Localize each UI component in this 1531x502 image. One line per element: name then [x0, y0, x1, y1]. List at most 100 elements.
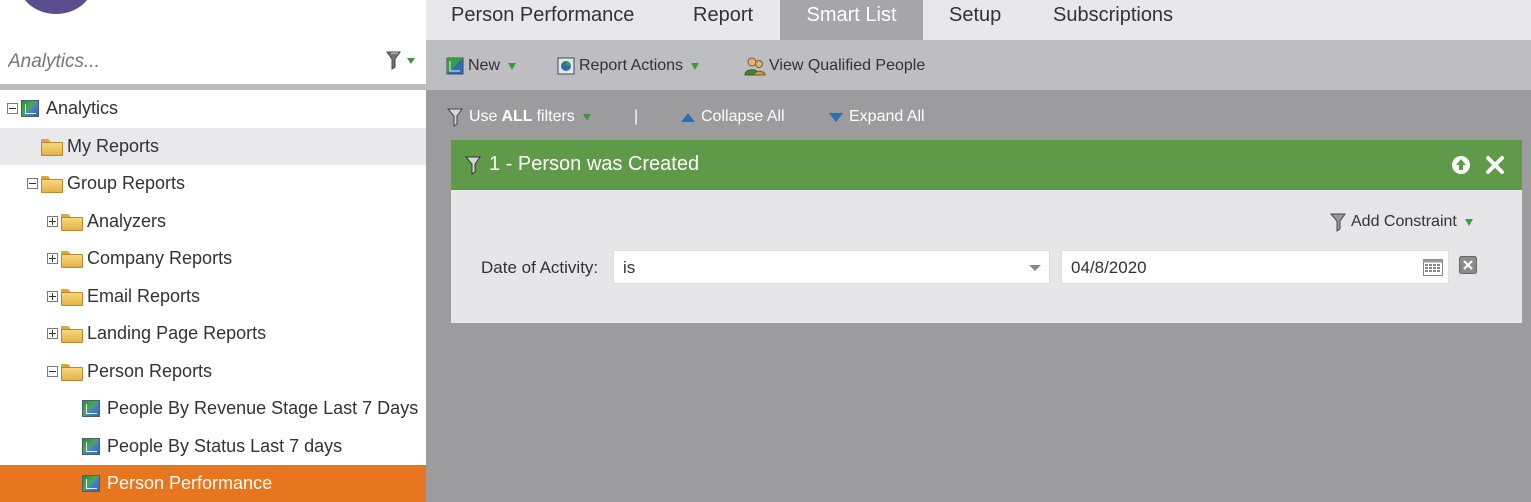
- add-constraint-label: Add Constraint: [1351, 213, 1457, 230]
- smart-list-filter: 1 - Person was Created Add Constraint Da…: [451, 140, 1522, 323]
- tab-setup[interactable]: Setup: [949, 0, 1001, 40]
- operator-value: is: [623, 258, 636, 277]
- tree-item-label: People By Revenue Stage Last 7 Days: [107, 398, 419, 418]
- tree-item-label: My Reports: [67, 136, 160, 156]
- expand-icon[interactable]: [47, 291, 58, 302]
- constraint-label: Date of Activity:: [481, 258, 599, 277]
- search-bar: [0, 40, 426, 84]
- tree-item-label: Company Reports: [87, 248, 233, 268]
- search-filter-icon[interactable]: [384, 50, 420, 72]
- dropdown-icon: [582, 113, 591, 121]
- left-panel: Analytics My Reports Group Reports Analy…: [0, 0, 426, 502]
- filter-header[interactable]: 1 - Person was Created: [451, 140, 1522, 190]
- tree-item-analyzers[interactable]: Analyzers: [0, 203, 426, 240]
- collapse-icon[interactable]: [7, 103, 18, 114]
- search-input[interactable]: [8, 48, 368, 76]
- new-button[interactable]: New: [446, 54, 517, 78]
- tree-item-my-reports[interactable]: My Reports: [0, 128, 426, 165]
- toolbar: New Report Actions View Qualified People: [426, 40, 1531, 90]
- tree-item-people-by-status[interactable]: People By Status Last 7 days: [0, 428, 426, 465]
- tree-item-company-reports[interactable]: Company Reports: [0, 240, 426, 277]
- folder-icon: [41, 176, 63, 193]
- tree-item-label: Analyzers: [87, 211, 167, 231]
- tree-item-label: Person Reports: [87, 361, 213, 381]
- use-filters-dropdown[interactable]: Use ALL filters: [446, 106, 591, 128]
- funnel-icon: [1329, 213, 1346, 232]
- dropdown-icon: [508, 62, 517, 70]
- collapse-all-label: Collapse All: [701, 108, 785, 125]
- add-constraint-button[interactable]: Add Constraint: [1329, 211, 1473, 233]
- tab-person-performance[interactable]: Person Performance: [451, 0, 634, 40]
- view-qualified-people-label: View Qualified People: [769, 57, 926, 74]
- chevron-down-icon: [1029, 265, 1041, 271]
- folder-icon: [41, 139, 63, 156]
- expand-icon[interactable]: [47, 328, 58, 339]
- use-filters-suffix: filters: [536, 108, 575, 125]
- tab-subscriptions[interactable]: Subscriptions: [1053, 0, 1173, 40]
- expand-all-label: Expand All: [849, 108, 925, 125]
- tab-smart-list[interactable]: Smart List: [780, 0, 923, 40]
- collapse-icon[interactable]: [47, 366, 58, 377]
- report-icon: [82, 475, 100, 492]
- expand-icon[interactable]: [47, 253, 58, 264]
- collapse-icon[interactable]: [27, 178, 38, 189]
- tab-label: Person Performance: [451, 4, 635, 26]
- tab-report[interactable]: Report: [693, 0, 753, 40]
- tree-item-person-reports[interactable]: Person Reports: [0, 353, 426, 390]
- move-up-icon[interactable]: [1451, 155, 1471, 175]
- filter-title: 1 - Person was Created: [489, 153, 700, 175]
- use-filters-mode: ALL: [501, 108, 533, 125]
- new-button-label: New: [468, 57, 501, 74]
- report-actions-button[interactable]: Report Actions: [557, 54, 700, 78]
- report-icon: [21, 100, 39, 117]
- tree-item-group-reports[interactable]: Group Reports: [0, 165, 426, 202]
- tree-item-person-performance[interactable]: Person Performance: [0, 465, 426, 502]
- folder-icon: [61, 364, 83, 381]
- operator-select[interactable]: is: [613, 250, 1050, 284]
- tree-item-email-reports[interactable]: Email Reports: [0, 278, 426, 315]
- tree-item-label: Analytics: [46, 98, 119, 118]
- remove-constraint-icon[interactable]: [1459, 256, 1477, 274]
- tab-label: Smart List: [806, 4, 897, 26]
- view-qualified-people-button[interactable]: View Qualified People: [744, 54, 925, 78]
- tree-item-label: Landing Page Reports: [87, 323, 267, 343]
- report-icon: [82, 438, 100, 455]
- filter-bar: Use ALL filters | Collapse All Expand Al…: [426, 90, 1531, 140]
- date-field: [1061, 250, 1449, 284]
- folder-icon: [61, 326, 83, 343]
- close-icon[interactable]: [1485, 155, 1505, 175]
- report-icon: [82, 400, 100, 417]
- tree-item-label: Email Reports: [87, 286, 201, 306]
- tree-item-label: Group Reports: [67, 173, 186, 193]
- use-filters-prefix: Use: [469, 108, 498, 125]
- dropdown-icon: [1464, 218, 1473, 226]
- expand-all-button[interactable]: Expand All: [829, 106, 925, 128]
- tree-item-analytics[interactable]: Analytics: [0, 90, 426, 127]
- tree-item-people-by-revenue-stage[interactable]: People By Revenue Stage Last 7 Days: [0, 390, 426, 427]
- funnel-icon: [464, 156, 481, 175]
- tree-item-landing-page-reports[interactable]: Landing Page Reports: [0, 315, 426, 352]
- report-actions-icon: [557, 57, 575, 75]
- tab-bar: Person Performance Report Smart List Set…: [426, 0, 1531, 40]
- logo-area: [0, 0, 426, 40]
- folder-icon: [61, 251, 83, 268]
- new-report-icon: [446, 57, 464, 75]
- people-icon: [744, 57, 766, 76]
- expand-all-icon: [829, 112, 843, 122]
- logo[interactable]: [18, 0, 94, 14]
- dropdown-icon: [691, 62, 700, 70]
- toolbar-separator: |: [634, 108, 639, 125]
- date-input[interactable]: [1071, 256, 1401, 280]
- folder-icon: [61, 214, 83, 231]
- collapse-all-button[interactable]: Collapse All: [681, 106, 785, 128]
- collapse-all-icon: [681, 112, 695, 122]
- tree-item-label: Person Performance: [107, 473, 273, 493]
- tab-label: Setup: [949, 4, 1002, 26]
- tab-label: Report: [693, 4, 754, 26]
- funnel-icon: [446, 108, 463, 127]
- folder-icon: [61, 289, 83, 306]
- report-actions-label: Report Actions: [579, 57, 684, 74]
- calendar-icon[interactable]: [1423, 259, 1443, 276]
- expand-icon[interactable]: [47, 216, 58, 227]
- tab-label: Subscriptions: [1053, 4, 1174, 26]
